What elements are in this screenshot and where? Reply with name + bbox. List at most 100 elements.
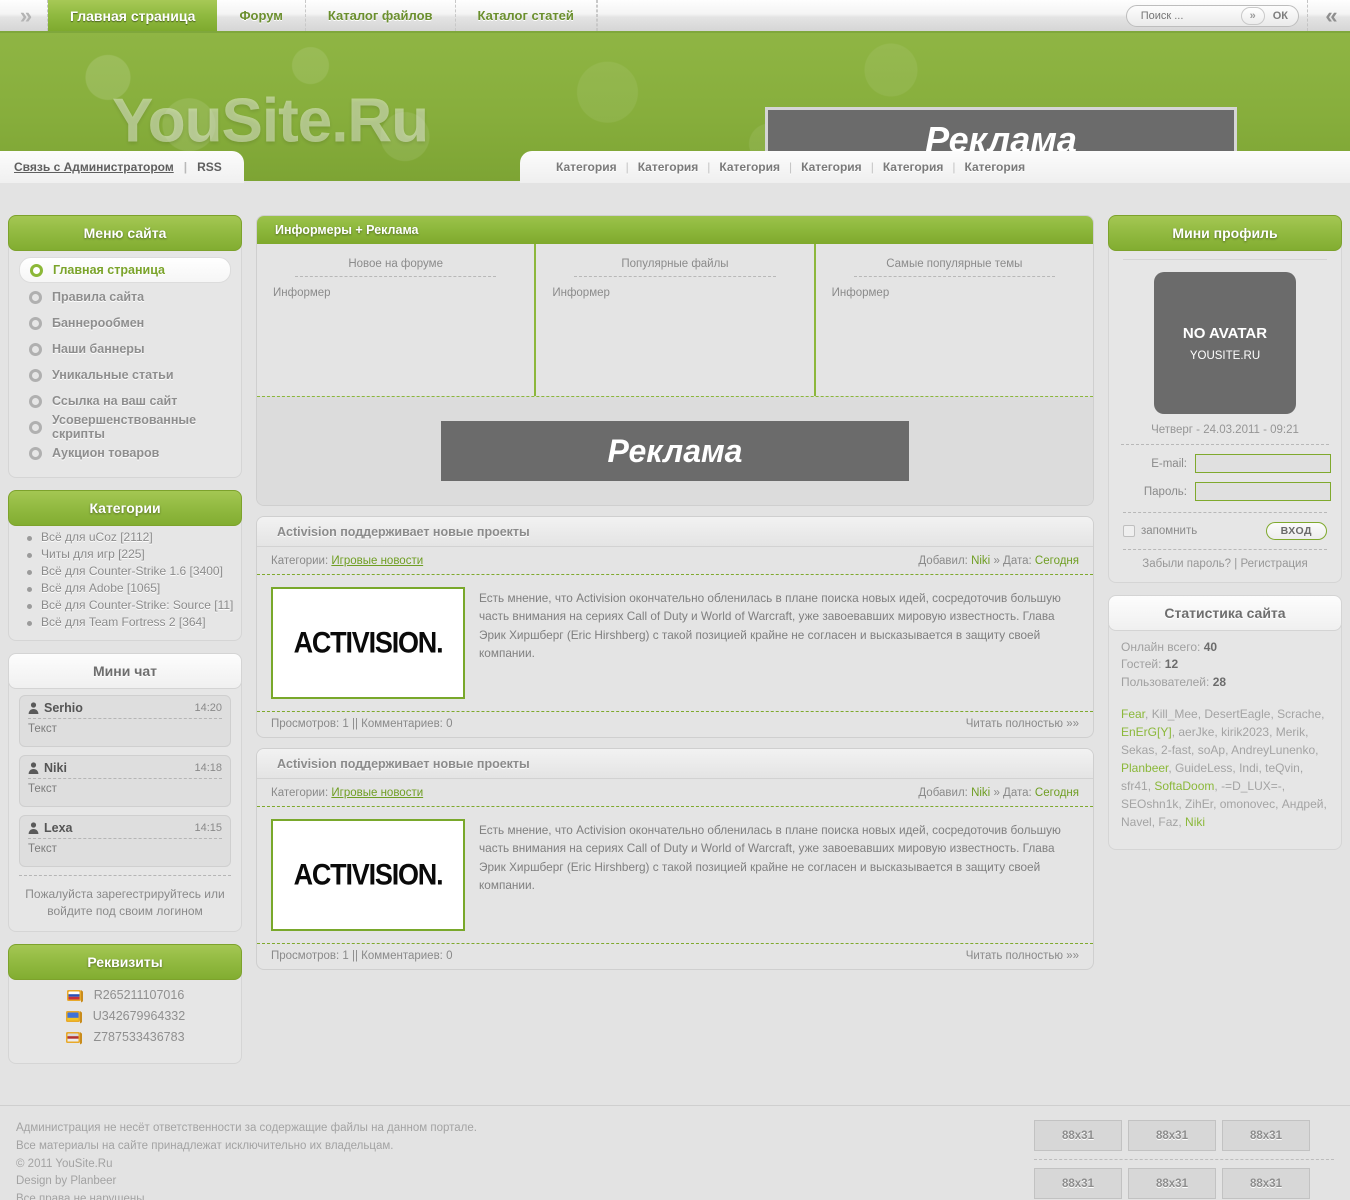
sidebar-menu-item-0[interactable]: Главная страница — [19, 257, 231, 283]
chat-username[interactable]: Serhio — [28, 701, 83, 715]
minichat-body: Serhio 14:20 Текст Niki 14:18 Текст Lexa 14:15 Т… — [8, 683, 242, 932]
online-user-13[interactable]: GuideLess — [1175, 761, 1232, 775]
forgot-password-link[interactable]: Забыли пароль? — [1142, 558, 1231, 570]
login-button[interactable]: ВХОД — [1265, 522, 1327, 540]
informer-divider — [295, 276, 497, 277]
search-input[interactable] — [1140, 9, 1241, 22]
online-user-18[interactable]: -=D_LUX=- — [1221, 779, 1282, 793]
category-nav-item-3[interactable]: Категория — [801, 160, 862, 174]
article-read-more-link[interactable]: Читать полностью »» — [966, 950, 1079, 962]
chat-username[interactable]: Lexa — [28, 821, 73, 835]
double-chevron-right-icon[interactable]: » — [0, 0, 48, 31]
category-list-item-1[interactable]: Читы для игр [225] — [27, 547, 235, 561]
article-text: Есть мнение, что Activision окончательно… — [479, 591, 1061, 660]
rss-link[interactable]: RSS — [197, 160, 222, 174]
sidebar-menu-item-4[interactable]: Уникальные статьи — [19, 363, 231, 387]
online-user-23[interactable]: Navel — [1121, 815, 1152, 829]
requisite-row-1[interactable]: U342679964332 — [17, 1009, 233, 1024]
online-user-11[interactable]: AndreyLunenko — [1231, 743, 1315, 757]
article-thumbnail[interactable]: ACTIVISION. — [271, 819, 465, 931]
top-nav-tab-2[interactable]: Каталог файлов — [306, 0, 456, 31]
article-category-link[interactable]: Игровые новости — [331, 555, 423, 567]
footer-banner[interactable]: 88x31 — [1128, 1168, 1216, 1199]
online-user-2[interactable]: DesertEagle — [1204, 707, 1270, 721]
sidebar-menu-item-1[interactable]: Правила сайта — [19, 285, 231, 309]
top-nav-tab-0[interactable]: Главная страница — [48, 0, 218, 31]
requisite-row-2[interactable]: Z787533436783 — [17, 1030, 233, 1045]
category-list-item-2[interactable]: Всё для Counter-Strike 1.6 [3400] — [27, 564, 235, 578]
top-nav-tab-3[interactable]: Каталог статей — [456, 0, 597, 31]
remember-me-toggle[interactable]: запомнить — [1123, 525, 1197, 537]
footer-banner[interactable]: 88x31 — [1034, 1168, 1122, 1199]
email-field[interactable] — [1195, 454, 1331, 473]
chat-message-header: Lexa 14:15 — [28, 821, 222, 839]
search-submit-chevron-icon[interactable]: » — [1240, 6, 1265, 25]
sidebar-menu-item-6[interactable]: Усовершенствованные скрипты — [19, 413, 231, 441]
double-chevron-left-icon[interactable]: « — [1308, 0, 1350, 31]
footer-banner[interactable]: 88x31 — [1034, 1120, 1122, 1151]
content-advertisement-wrap: Реклама — [257, 396, 1093, 505]
online-user-22[interactable]: Андрей — [1282, 797, 1324, 811]
category-list-item-5[interactable]: Всё для Team Fortress 2 [364] — [27, 615, 235, 629]
article-category-link[interactable]: Игровые новости — [331, 787, 423, 799]
sidebar-menu-item-5[interactable]: Ссылка на ваш сайт — [19, 389, 231, 413]
online-user-25[interactable]: Niki — [1185, 815, 1205, 829]
top-nav-tab-1[interactable]: Форум — [217, 0, 306, 31]
online-user-15[interactable]: teQvin — [1265, 761, 1300, 775]
category-list-item-0[interactable]: Всё для uCoz [2112] — [27, 530, 235, 544]
footer-banner[interactable]: 88x31 — [1222, 1168, 1310, 1199]
minichat-widget: Мини чат Serhio 14:20 Текст Niki 14:18 Текст L… — [8, 653, 242, 932]
article-read-more-link[interactable]: Читать полностью »» — [966, 718, 1079, 730]
article-author[interactable]: Niki — [971, 787, 990, 799]
remember-checkbox[interactable] — [1123, 525, 1135, 537]
footer-banner[interactable]: 88x31 — [1222, 1120, 1310, 1151]
footer-banner[interactable]: 88x31 — [1128, 1120, 1216, 1151]
online-user-1[interactable]: Kill_Mee — [1152, 707, 1198, 721]
online-user-24[interactable]: Faz — [1158, 815, 1178, 829]
online-user-10[interactable]: soAp — [1198, 743, 1225, 757]
informer-panel: Информеры + Реклама Новое на форуме Инфор… — [256, 215, 1094, 506]
online-user-16[interactable]: sfr41 — [1121, 779, 1148, 793]
category-nav-item-0[interactable]: Категория — [556, 160, 617, 174]
user-separator: , — [1213, 797, 1220, 812]
chat-username[interactable]: Niki — [28, 761, 67, 775]
sidebar-menu-item-3[interactable]: Наши баннеры — [19, 337, 231, 361]
online-user-21[interactable]: omonovec — [1220, 797, 1275, 811]
online-user-5[interactable]: aerJke — [1178, 725, 1214, 739]
online-user-19[interactable]: SEOshn1k — [1121, 797, 1178, 811]
online-user-7[interactable]: Merik — [1276, 725, 1305, 739]
category-list-item-4[interactable]: Всё для Counter-Strike: Source [11] — [27, 598, 235, 612]
category-separator: | — [870, 160, 874, 174]
sidebar-menu-item-7[interactable]: Аукцион товаров — [19, 441, 231, 465]
article-panel-0: Activision поддерживает новые проекты Кат… — [256, 516, 1094, 738]
online-user-8[interactable]: Sekas — [1121, 743, 1154, 757]
online-user-4[interactable]: EnErG[Y] — [1121, 725, 1172, 739]
article-category-label: Категории: — [271, 555, 329, 567]
article-category-label: Категории: — [271, 787, 329, 799]
online-user-12[interactable]: Planbeer — [1121, 761, 1168, 775]
requisite-row-0[interactable]: R265211107016 — [17, 988, 233, 1003]
category-nav-item-4[interactable]: Категория — [883, 160, 944, 174]
content-advertisement[interactable]: Реклама — [441, 421, 909, 481]
online-user-6[interactable]: kirik2023 — [1221, 725, 1269, 739]
category-nav-item-1[interactable]: Категория — [638, 160, 699, 174]
password-field[interactable] — [1195, 482, 1331, 501]
register-link[interactable]: Регистрация — [1240, 558, 1307, 570]
online-user-14[interactable]: Indi — [1239, 761, 1258, 775]
article-thumbnail[interactable]: ACTIVISION. — [271, 587, 465, 699]
search-ok-button[interactable]: ОК — [1265, 10, 1296, 22]
category-list-item-3[interactable]: Всё для Adobe [1065] — [27, 581, 235, 595]
online-user-17[interactable]: SoftaDoom — [1154, 779, 1214, 793]
online-user-0[interactable]: Fear — [1121, 707, 1145, 721]
online-user-20[interactable]: ZihEr — [1185, 797, 1213, 811]
online-user-9[interactable]: 2-fast — [1161, 743, 1191, 757]
category-nav-item-2[interactable]: Категория — [719, 160, 780, 174]
sidebar-menu-item-2[interactable]: Баннерообмен — [19, 311, 231, 335]
article-author-group: Добавил: Niki » Дата: Сегодня — [918, 555, 1079, 567]
online-user-3[interactable]: Scrache — [1277, 707, 1321, 721]
chat-message: Lexa 14:15 Текст — [19, 815, 231, 867]
category-nav-item-5[interactable]: Категория — [965, 160, 1026, 174]
site-menu-list: Главная страница Правила сайта Баннерообме… — [8, 245, 242, 478]
article-author[interactable]: Niki — [971, 555, 990, 567]
admin-contact-link[interactable]: Связь с Администратором — [14, 160, 174, 174]
